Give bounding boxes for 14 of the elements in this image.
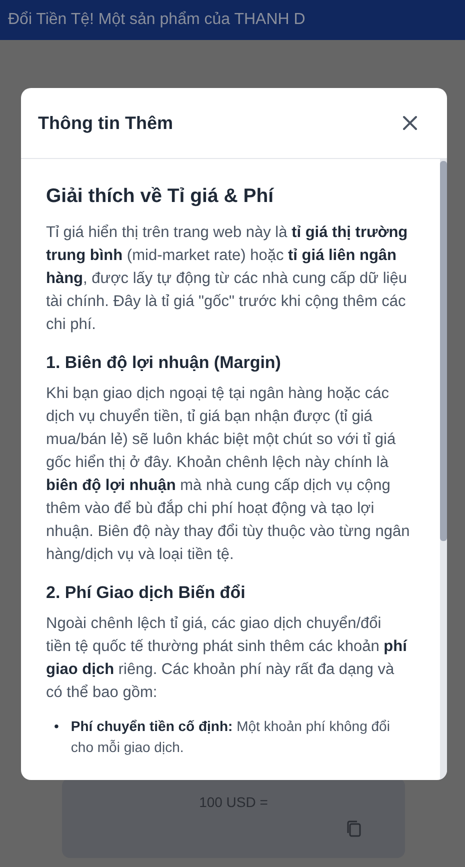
banner-text: Đổi Tiền Tệ! Một sản phẩm của THANH D (0, 0, 465, 40)
section-heading: Giải thích về Tỉ giá & Phí (46, 184, 275, 209)
bullet-item: Phí chuyển tiền cố định: Một khoản phí không đổi cho mỗi giao dịch. (70, 717, 391, 757)
subsection-heading: 1. Biên độ lợi nhuận (Margin) (46, 352, 282, 374)
scrollbar-thumb[interactable] (440, 161, 447, 541)
close-button[interactable] (400, 113, 420, 133)
bullet-marker: • (54, 717, 59, 736)
paragraph: Khi bạn giao dịch ngoại tệ tại ngân hàng hoặc các dịch vụ chuyển tiền, tỉ giá bạn nhận được (tỉ giá mua/bán lẻ) sẽ luôn khác biệt một chút so với tỉ giá gốc hiển thị ở đây. Khoản chênh lệch này chính là biên độ lợi nhuận mà nhà cung cấp dịch vụ cộng thêm vào để bù đắp chi phí hoạt động và tạo lợi nhuận. Biên độ này thay đổi tùy thuộc vào từng ngân hàng/dịch vụ và loại tiền tệ. (46, 384, 410, 565)
subsection-heading: 2. Phí Giao dịch Biến đổi (46, 582, 246, 604)
scrollbar-track[interactable] (440, 159, 447, 780)
copy-icon[interactable] (346, 820, 362, 838)
paragraph: Ngoài chênh lệch tỉ giá, các giao dịch chuyển/đổi tiền tệ quốc tế thường phát sinh thêm các khoản phí giao dịch riêng. Các khoản phí này rất đa dạng và có thể bao gồm: (46, 614, 408, 703)
paragraph: Tỉ giá hiển thị trên trang web này là tỉ giá thị trường trung bình (mid-market rate) hoặc tỉ giá liên ngân hàng, được lấy tự động từ các nhà cung cấp dữ liệu tài chính. Đây là tỉ giá "gốc" trước khi cộng thêm các chi phí. (46, 223, 409, 335)
dialog-title: Thông tin Thêm (38, 112, 173, 134)
